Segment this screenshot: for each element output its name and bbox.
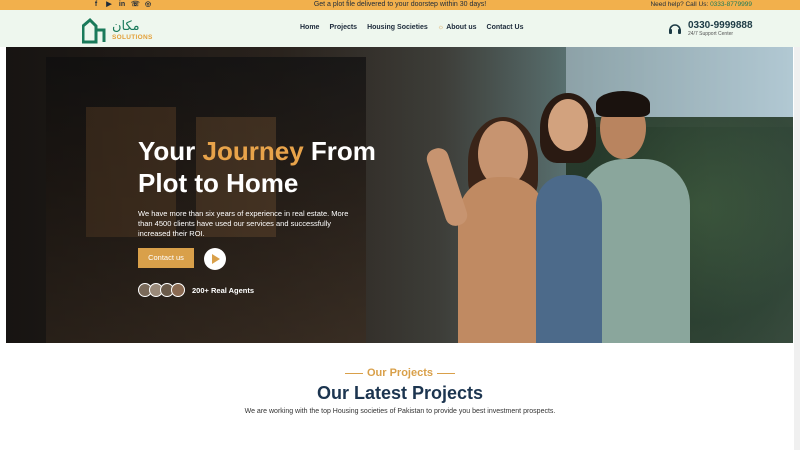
family-girl-face	[548, 99, 588, 151]
nav-housing-societies[interactable]: Housing Societies	[367, 24, 428, 31]
avatar	[171, 283, 185, 297]
hero-title: Your Journey From Plot to Home	[138, 135, 438, 199]
projects-tag-label: Our Projects	[366, 367, 434, 379]
projects-tag: Our Projects	[0, 367, 800, 379]
announcement-bar: f ▶ in ☏ ◎ Get a plot file delivered to …	[0, 0, 800, 10]
family-girl-body	[536, 175, 602, 343]
family-woman-body	[458, 177, 546, 343]
divider	[344, 372, 363, 374]
scrollbar[interactable]	[794, 47, 800, 450]
hero-title-part2: From	[303, 136, 376, 166]
agents-count: 200+ Real Agents	[192, 285, 255, 295]
phone-subtitle: 24/7 Support Center	[688, 31, 734, 37]
divider	[437, 372, 456, 374]
help-phone-link[interactable]: 0333-8779999	[710, 1, 752, 8]
hero-title-accent: Journey	[202, 136, 304, 166]
nav-about-us[interactable]: ☼ About us	[438, 24, 477, 31]
logo-text: SOLUTIONS	[112, 34, 153, 41]
projects-subtitle: We are working with the top Housing soci…	[244, 408, 556, 415]
contact-us-button[interactable]: Contact us	[138, 248, 194, 268]
play-video-button[interactable]	[204, 248, 226, 270]
nav-contact-us[interactable]: Contact Us	[487, 24, 524, 31]
phone-number: 0330-9999888	[688, 20, 753, 31]
nav-about-us-label: About us	[446, 24, 477, 31]
hero-title-part1: Your	[138, 136, 203, 166]
family-man-hair	[596, 91, 650, 117]
hero-banner: Your Journey From Plot to Home We have m…	[6, 47, 793, 343]
headset-icon	[669, 24, 681, 34]
play-icon	[212, 254, 220, 264]
hero-description: We have more than six years of experienc…	[138, 209, 349, 238]
sun-icon: ☼	[437, 24, 445, 31]
hero-title-line2: Plot to Home	[138, 168, 299, 198]
help-contact: Need help? Call Us: 0333-8779999	[650, 0, 752, 9]
nav-projects[interactable]: Projects	[329, 24, 357, 31]
main-nav: Home Projects Housing Societies ☼ About …	[300, 24, 523, 31]
nav-home[interactable]: Home	[300, 24, 319, 31]
projects-title: Our Latest Projects	[316, 383, 484, 403]
logo-urdu-text: مکان	[112, 19, 140, 34]
agents-badge: 200+ Real Agents	[138, 283, 254, 297]
help-label: Need help? Call Us:	[650, 1, 709, 8]
